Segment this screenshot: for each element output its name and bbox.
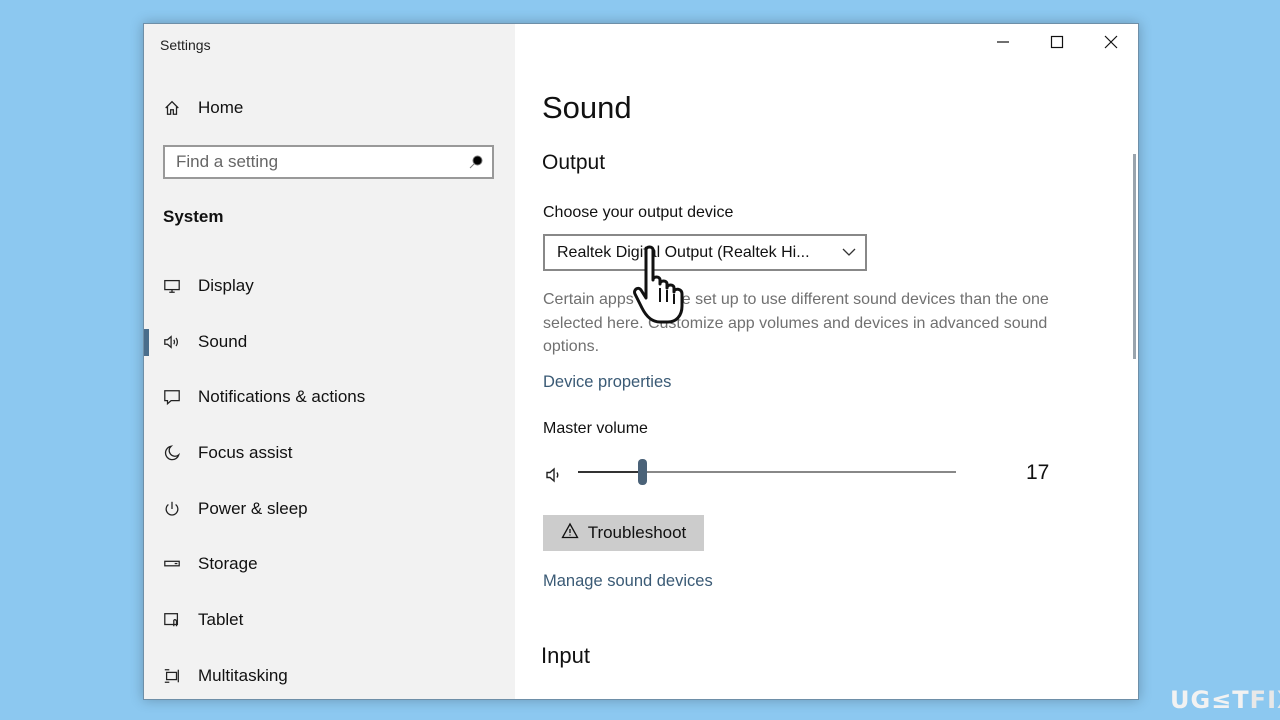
sidebar-item-display[interactable]: Display — [144, 258, 515, 314]
hand-pointer-cursor — [632, 244, 698, 333]
sidebar: Settings Home System Display — [144, 24, 515, 699]
sidebar-item-notifications[interactable]: Notifications & actions — [144, 369, 515, 425]
sidebar-item-label: Multitasking — [198, 665, 288, 685]
output-heading: Output — [542, 151, 606, 174]
watermark-logo: UG≤TFIX — [1170, 686, 1280, 714]
watermark-text-a: UG — [1170, 686, 1212, 714]
volume-slider[interactable] — [578, 459, 956, 485]
troubleshoot-button[interactable]: Troubleshoot — [543, 515, 704, 551]
section-label: System — [163, 207, 224, 226]
close-button[interactable] — [1084, 24, 1138, 64]
power-icon — [162, 499, 182, 519]
troubleshoot-label: Troubleshoot — [587, 523, 687, 542]
multitasking-icon — [162, 666, 182, 686]
sidebar-item-multitasking[interactable]: Multitasking — [144, 648, 515, 699]
settings-window: Settings Home System Display — [143, 23, 1139, 700]
sidebar-item-focus-assist[interactable]: Focus assist — [144, 425, 515, 481]
app-title: Settings — [160, 37, 211, 53]
minimize-icon — [996, 35, 1010, 54]
close-icon — [1104, 35, 1118, 54]
output-device-dropdown[interactable]: Realtek Digital Output (Realtek Hi... — [543, 234, 867, 271]
minimize-button[interactable] — [976, 24, 1030, 64]
sidebar-item-label: Focus assist — [198, 442, 293, 462]
storage-icon — [162, 554, 182, 574]
sidebar-item-label: Power & sleep — [198, 498, 308, 518]
sidebar-item-label: Sound — [198, 331, 248, 351]
sidebar-item-label: Storage — [198, 554, 258, 574]
sidebar-item-power-sleep[interactable]: Power & sleep — [144, 481, 515, 537]
volume-slider-thumb[interactable] — [638, 459, 648, 485]
sidebar-item-tablet[interactable]: Tablet — [144, 592, 515, 648]
search-box[interactable] — [163, 145, 494, 179]
page-title: Sound — [542, 90, 632, 125]
scrollbar[interactable] — [1133, 154, 1136, 359]
moon-icon — [162, 443, 182, 463]
volume-value: 17 — [1026, 461, 1050, 484]
watermark-text-c: FIX — [1249, 686, 1280, 714]
notification-icon — [162, 387, 182, 407]
output-description: Certain apps may be set up to use differ… — [543, 291, 1049, 355]
chevron-down-icon — [841, 244, 857, 265]
master-volume-label: Master volume — [543, 420, 648, 437]
speaker-icon — [162, 332, 182, 352]
volume-icon[interactable] — [545, 465, 565, 490]
output-device-label: Choose your output device — [543, 204, 734, 221]
manage-sound-devices-link[interactable]: Manage sound devices — [543, 572, 713, 591]
maximize-button[interactable] — [1030, 24, 1084, 64]
sidebar-item-label: Tablet — [198, 609, 244, 629]
home-icon — [162, 98, 182, 118]
sidebar-item-label: Notifications & actions — [198, 387, 366, 407]
sidebar-item-label: Display — [198, 275, 254, 295]
tablet-icon — [162, 610, 182, 630]
search-input[interactable] — [165, 147, 466, 177]
home-label: Home — [198, 98, 244, 117]
display-icon — [162, 276, 182, 296]
home-nav-item[interactable]: Home — [162, 98, 243, 118]
watermark-text-b: ≤T — [1211, 686, 1250, 714]
input-heading: Input — [541, 643, 590, 668]
sidebar-item-storage[interactable]: Storage — [144, 536, 515, 592]
warning-icon — [561, 522, 579, 545]
search-icon[interactable] — [468, 154, 484, 175]
master-volume-row: 17 — [543, 459, 1063, 491]
maximize-icon — [1050, 35, 1064, 54]
sidebar-nav: Display Sound Notifications & actions Fo… — [144, 258, 515, 699]
device-properties-link[interactable]: Device properties — [543, 373, 671, 392]
sidebar-item-sound[interactable]: Sound — [144, 314, 515, 370]
volume-slider-fill — [578, 471, 643, 473]
content-pane: Sound Output Choose your output device R… — [515, 24, 1138, 699]
window-controls — [976, 24, 1138, 64]
